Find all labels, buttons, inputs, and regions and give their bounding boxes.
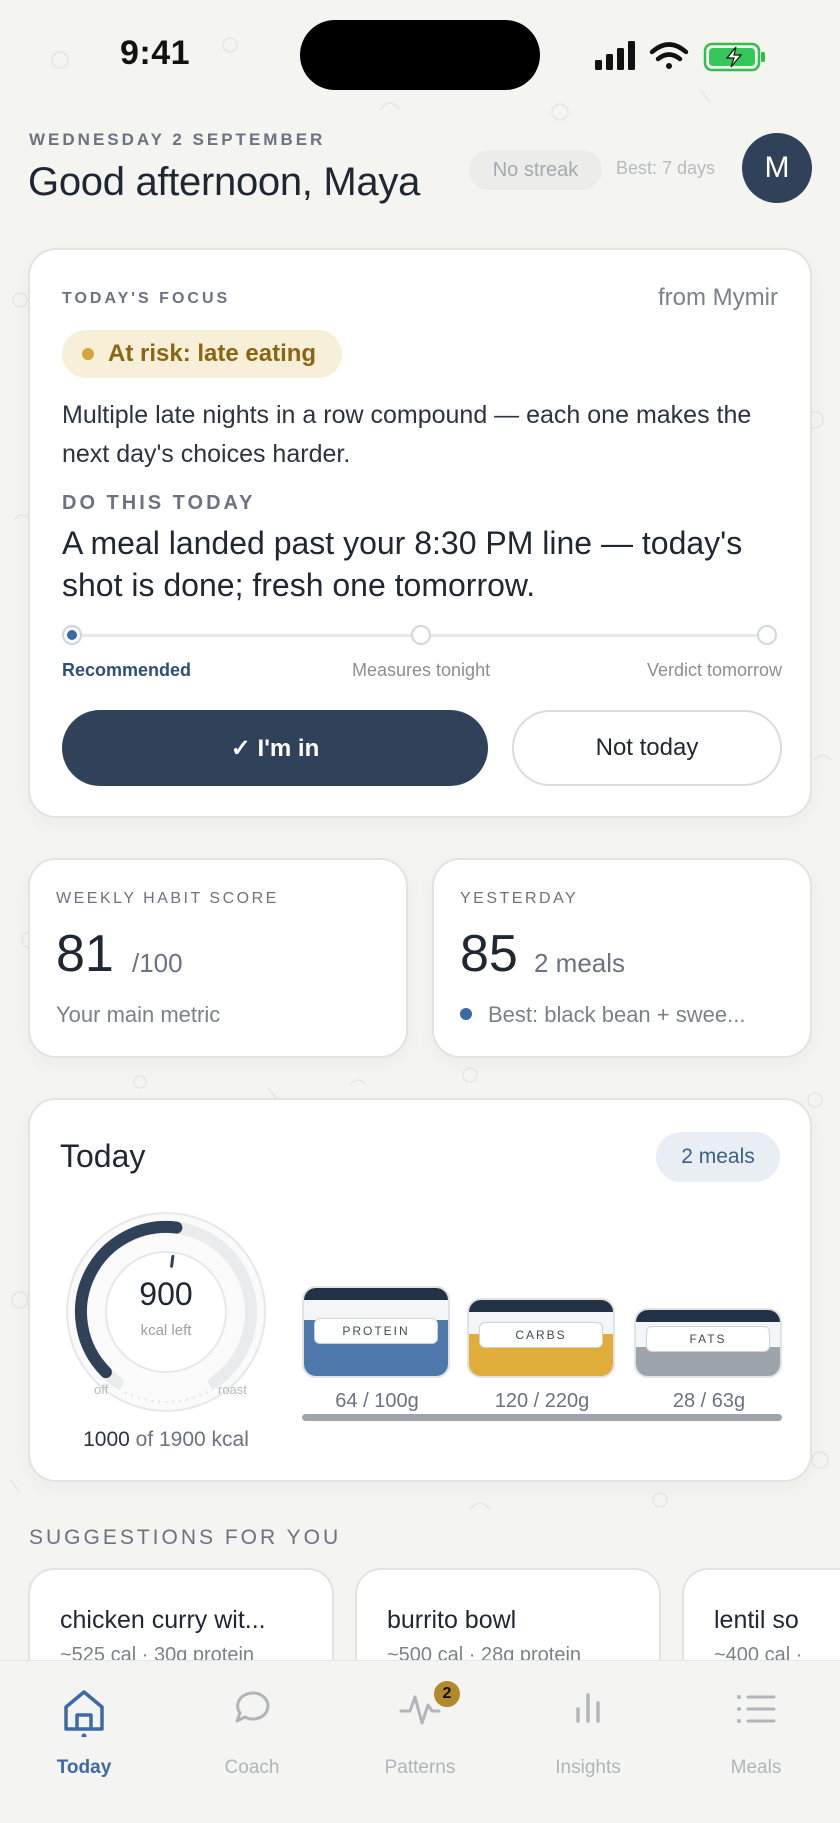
weekly-note: Your main metric: [56, 1002, 221, 1027]
carbs-jar: CARBS: [467, 1298, 615, 1378]
status-icons: [595, 41, 765, 72]
risk-dot-icon: [82, 348, 94, 360]
yesterday-meals-count: 2 meals: [534, 948, 626, 978]
step-dot-verdict: [757, 625, 777, 645]
fats-label: FATS: [646, 1326, 770, 1352]
wifi-icon: [649, 42, 689, 69]
weekly-score-suffix: /100: [132, 948, 183, 978]
meals-count-chip[interactable]: 2 meals: [656, 1132, 780, 1182]
fats-amount: 28 / 63g: [672, 1390, 746, 1412]
weekly-habit-score-card[interactable]: WEEKLY HABIT SCORE 81 /100 Your main met…: [28, 858, 408, 1058]
step-label-recommended: Recommended: [62, 660, 192, 680]
focus-source: from Mymir: [658, 284, 778, 311]
protein-label: PROTEIN: [314, 1318, 438, 1344]
jar-lid: [636, 1310, 780, 1322]
today-summary-card: Today 2 meals 900 kcal left off roast 10…: [28, 1098, 812, 1482]
streak-chip[interactable]: No streak: [469, 150, 602, 190]
dynamic-island: [300, 20, 540, 90]
bar-chart-icon: [576, 1693, 600, 1723]
focus-action-text: A meal landed past your 8:30 PM line — t…: [62, 525, 743, 603]
kcal-total-text: of 1900 kcal: [135, 1428, 249, 1451]
suggestion-name: chicken curry wit...: [60, 1606, 266, 1634]
jar-lid: [469, 1300, 613, 1312]
weekly-eyebrow: WEEKLY HABIT SCORE: [56, 890, 279, 907]
bottom-tab-bar: Today Coach 2 Patterns Insights Meals: [0, 1660, 840, 1823]
clock: 9:41: [120, 34, 191, 72]
list-icon: [737, 1695, 776, 1723]
focus-description: Multiple late nights in a row compound —…: [62, 401, 752, 468]
suggestion-name: lentil so: [714, 1606, 799, 1634]
weekly-score-value: 81: [56, 925, 114, 983]
bullet-dot-icon: [460, 1008, 472, 1021]
yesterday-eyebrow: YESTERDAY: [460, 890, 579, 907]
kcal-left-value: 900: [139, 1276, 193, 1312]
risk-badge: At risk: late eating: [62, 330, 343, 378]
today-title: Today: [60, 1138, 146, 1174]
tab-coach[interactable]: Coach: [168, 1687, 336, 1787]
kcal-consumed: 1000: [83, 1428, 130, 1451]
step-label-verdict: Verdict tomorrow: [646, 660, 782, 680]
kcal-left-unit: kcal left: [140, 1322, 192, 1339]
tab-patterns[interactable]: 2 Patterns: [336, 1679, 504, 1787]
step-label-measures: Measures tonight: [352, 660, 491, 680]
best-streak-label: Best: 7 days: [616, 158, 716, 178]
profile-avatar[interactable]: M: [742, 133, 812, 203]
focus-eyebrow: TODAY'S FOCUS: [62, 290, 231, 307]
tab-label: Patterns: [384, 1757, 456, 1778]
yesterday-best-text: Best: black bean + swee...: [488, 1002, 746, 1027]
status-bar: 9:41: [0, 0, 840, 110]
macro-shelf: [302, 1414, 782, 1421]
signal-icon: [595, 41, 635, 70]
yesterday-best-note: Best: black bean + swee...: [460, 1002, 745, 1028]
gauge-min-label: off: [94, 1382, 109, 1397]
date-label: WEDNESDAY 2 SEPTEMBER: [29, 130, 326, 149]
protein-amount: 64 / 100g: [335, 1390, 419, 1412]
suggestions-title: SUGGESTIONS FOR YOU: [29, 1526, 342, 1549]
tab-label: Coach: [224, 1757, 280, 1778]
chat-bubble-icon: [235, 1691, 270, 1723]
app-screen: 9:41 WEDNESDAY 2 SEPTEMBER Good afternoo…: [0, 0, 840, 1823]
protein-jar: PROTEIN: [302, 1286, 450, 1378]
fats-jar: FATS: [634, 1308, 782, 1378]
carbs-amount: 120 / 220g: [494, 1390, 590, 1412]
focus-progress-steps: Recommended Measures tonight Verdict tom…: [62, 620, 782, 680]
not-today-button[interactable]: Not today: [512, 710, 782, 786]
carbs-label: CARBS: [479, 1322, 603, 1348]
im-in-button[interactable]: ✓ I'm in: [62, 710, 488, 786]
tab-meals[interactable]: Meals: [672, 1687, 840, 1787]
gauge-needle: [170, 1254, 175, 1268]
home-icon: [64, 1690, 104, 1737]
tab-insights[interactable]: Insights: [504, 1687, 672, 1787]
risk-label: At risk: late eating: [108, 340, 317, 367]
tab-label: Today: [56, 1757, 112, 1778]
greeting-title: Good afternoon, Maya: [28, 160, 421, 204]
yesterday-score-value: 85: [460, 925, 518, 983]
tab-label: Insights: [555, 1757, 621, 1778]
todays-focus-card: TODAY'S FOCUS from Mymir At risk: late e…: [28, 248, 812, 818]
patterns-badge: 2: [432, 1679, 462, 1709]
yesterday-card[interactable]: YESTERDAY 85 2 meals Best: black bean + …: [432, 858, 812, 1058]
tab-today[interactable]: Today: [0, 1687, 168, 1787]
suggestion-name: burrito bowl: [387, 1606, 517, 1634]
jar-lid: [304, 1288, 448, 1300]
step-dot-recommended: [62, 625, 82, 645]
battery-charging-icon: [703, 42, 765, 72]
tab-label: Meals: [730, 1757, 782, 1778]
gauge-max-label: roast: [218, 1382, 247, 1397]
step-dot-measures: [411, 625, 431, 645]
step-connector: [431, 634, 757, 637]
kcal-total-line: 1000 of 1900 kcal: [64, 1428, 268, 1452]
step-connector: [82, 634, 412, 637]
do-this-today-eyebrow: DO THIS TODAY: [62, 492, 256, 514]
